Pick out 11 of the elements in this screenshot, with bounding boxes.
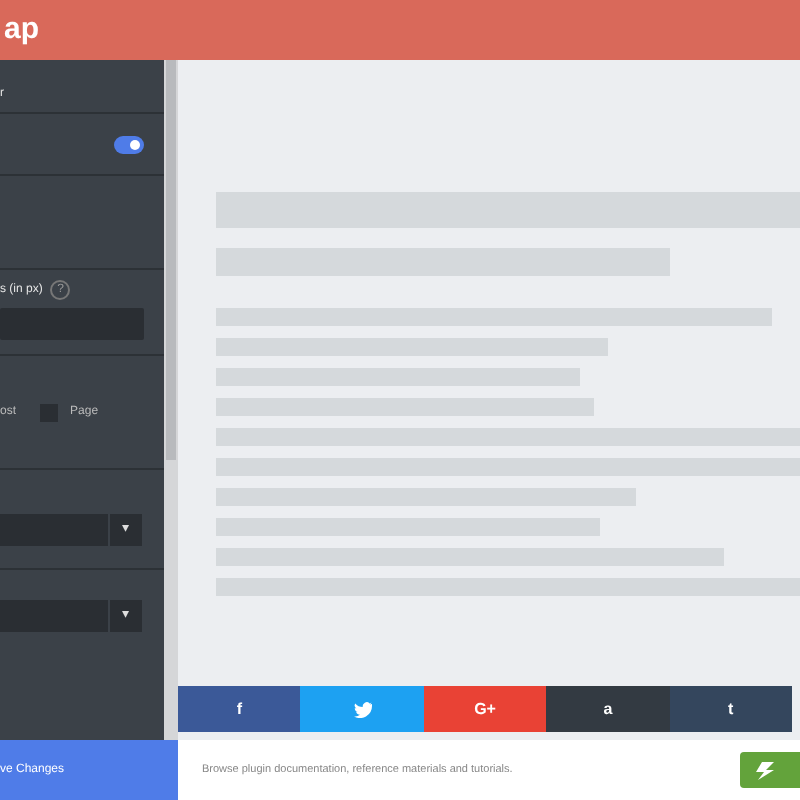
- bird-icon: [353, 701, 372, 717]
- share-button[interactable]: t: [669, 686, 793, 732]
- scrollbar-thumb[interactable]: [166, 60, 176, 460]
- toggle-switch[interactable]: [114, 135, 144, 153]
- share-button[interactable]: [300, 686, 424, 732]
- app-title: ap: [4, 12, 40, 46]
- bolt-icon: [756, 761, 776, 779]
- share-button[interactable]: G+: [423, 686, 547, 732]
- docs-button[interactable]: [740, 752, 800, 788]
- share-button[interactable]: f: [178, 686, 301, 732]
- share-button[interactable]: a: [546, 686, 670, 732]
